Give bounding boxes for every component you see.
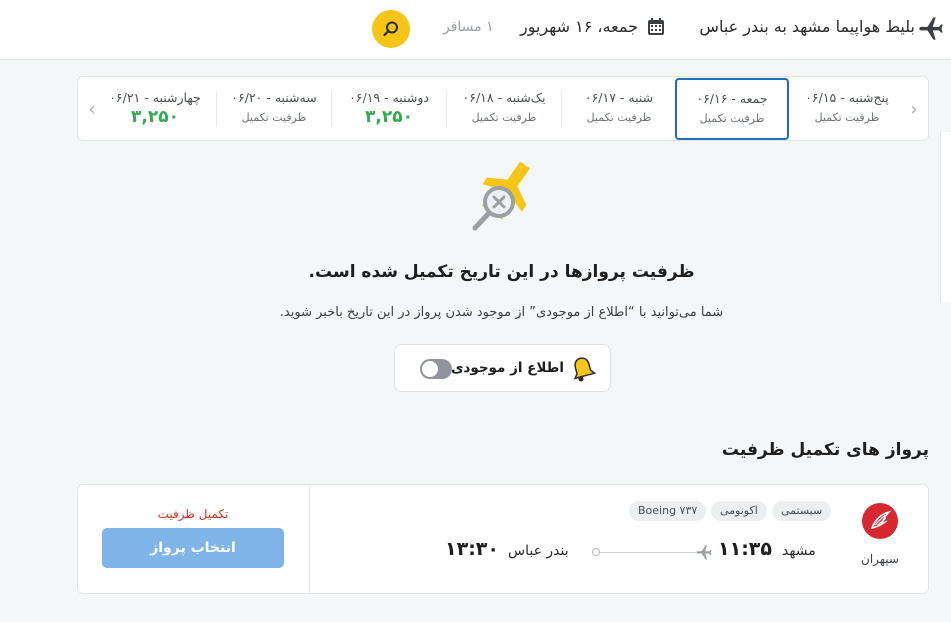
search-icon: [383, 21, 398, 37]
passenger-count[interactable]: ۱ مسافر: [443, 19, 494, 35]
date-tab-tuesday[interactable]: سه‌شنبه - ۰۶/۲۰ ظرفیت تکمیل: [217, 81, 331, 137]
route-title[interactable]: بلیط هواپیما مشهد به بندر عباس: [699, 17, 915, 36]
departure-time: ۱۱:۳۵: [718, 538, 772, 560]
travel-date[interactable]: جمعه، ۱۶ شهریور: [520, 17, 638, 36]
flight-card[interactable]: سپهران سیستمی اکونومی Boeing ۷۳۷ مشهد ۱۱…: [77, 484, 929, 594]
chevron-right-icon[interactable]: ›: [904, 97, 924, 121]
plane-icon: [696, 545, 712, 560]
date-tab-thursday[interactable]: پنج‌شنبه - ۰۶/۱۵ ظرفیت تکمیل: [790, 81, 904, 137]
airline-name: سپهران: [861, 552, 899, 566]
arrival-city: بندر عباس: [508, 543, 569, 559]
date-tab-friday-selected[interactable]: جمعه - ۰۶/۱۶ ظرفیت تکمیل: [675, 78, 789, 140]
top-header: بلیط هواپیما مشهد به بندر عباس جمعه، ۱۶ …: [0, 0, 951, 60]
calendar-icon: [648, 18, 664, 35]
tag-system: سیستمی: [772, 501, 832, 521]
airline-logo-icon: [870, 510, 892, 530]
date-strip: ‹ › چهارشنبه - ۰۶/۲۱ ۳,۲۵۰ سه‌شنبه - ۰۶/…: [77, 76, 929, 141]
empty-state-title: ظرفیت پروازها در این تاریخ تکمیل شده است…: [308, 262, 695, 282]
notify-toggle[interactable]: [420, 359, 452, 379]
capacity-full-note: تکمیل ظرفیت: [157, 507, 229, 521]
route-end-dot: [592, 548, 600, 556]
date-tab-saturday[interactable]: شنبه - ۰۶/۱۷ ظرفیت تکمیل: [562, 81, 676, 137]
date-tab-monday[interactable]: دوشنبه - ۰۶/۱۹ ۳,۲۵۰: [332, 81, 446, 137]
date-tab-wednesday[interactable]: چهارشنبه - ۰۶/۲۱ ۳,۲۵۰: [98, 81, 212, 137]
plane-icon: [919, 17, 943, 40]
no-flight-illustration: [472, 161, 530, 231]
select-flight-button[interactable]: انتخاب پرواز: [102, 528, 284, 568]
route-line: [596, 552, 696, 553]
arrival-time: ۱۳:۳۰: [445, 538, 499, 560]
departure-city: مشهد: [782, 543, 816, 559]
section-title: پرواز های تکمیل ظرفیت: [721, 440, 929, 460]
notify-label: اطلاع از موجودی: [451, 360, 564, 376]
tag-aircraft: Boeing ۷۳۷: [629, 501, 707, 521]
search-button[interactable]: [372, 10, 410, 48]
empty-state-description: شما می‌توانید با “اطلاع از موجودی” از مو…: [279, 305, 724, 320]
airline-logo: [862, 503, 898, 539]
date-tab-sunday[interactable]: یک‌شنبه - ۰۶/۱۸ ظرفیت تکمیل: [447, 81, 561, 137]
card-divider: [309, 485, 310, 593]
availability-notify-box[interactable]: اطلاع از موجودی: [394, 344, 611, 392]
tag-economy: اکونومی: [711, 501, 767, 521]
bell-icon: [573, 357, 596, 382]
